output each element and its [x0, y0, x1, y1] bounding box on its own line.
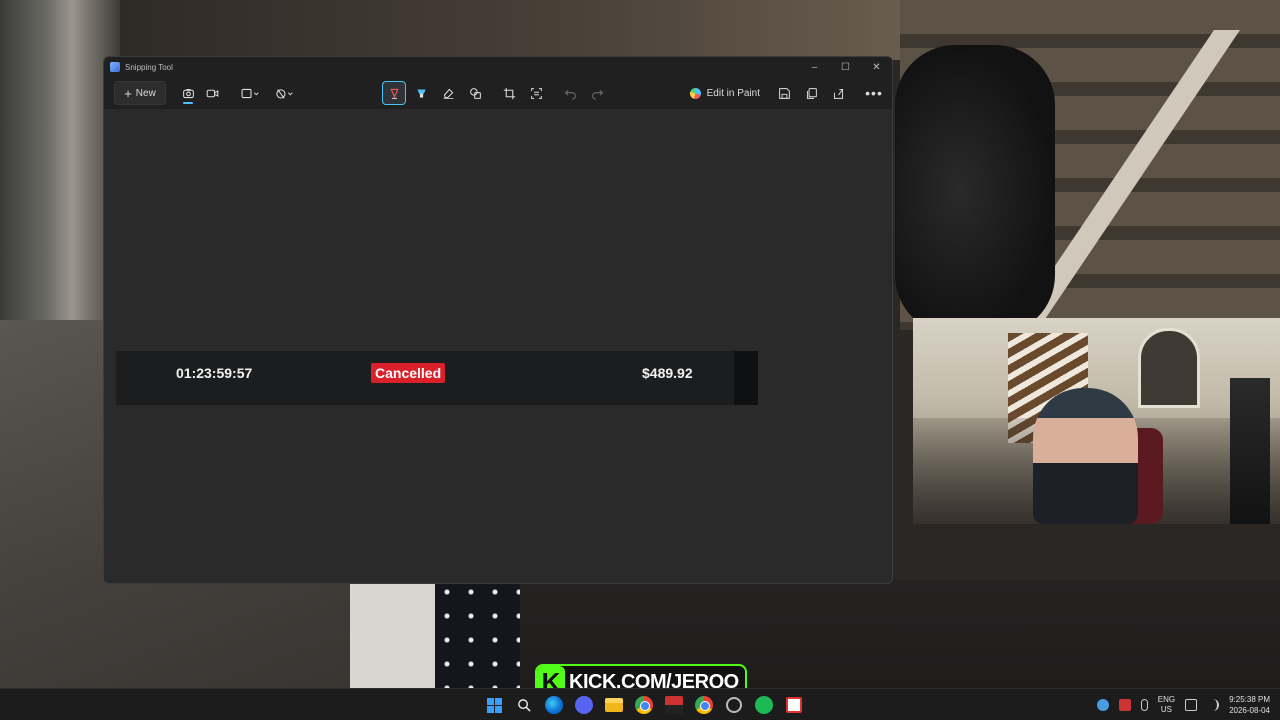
- window-controls: – ☐ ✕: [799, 57, 892, 77]
- new-snip-button[interactable]: + New: [114, 81, 166, 105]
- snip-amount: $489.92: [642, 365, 693, 381]
- edit-in-paint-button[interactable]: Edit in Paint: [684, 81, 766, 105]
- chrome-icon[interactable]: [692, 693, 716, 717]
- camera-icon[interactable]: [176, 81, 200, 105]
- timer-icon[interactable]: [268, 81, 302, 105]
- new-snip-label: New: [135, 87, 156, 99]
- snip-canvas: 01:23:59:57 Cancelled $489.92: [104, 109, 892, 583]
- snipping-tool-window: Snipping Tool – ☐ ✕ + New Edit in Paint …: [103, 56, 893, 584]
- taskbar-apps: [482, 693, 806, 717]
- taskbar: ENG US 9:25:38 PM 2026-08-04: [0, 688, 1280, 720]
- plus-icon: +: [124, 85, 132, 101]
- redo-icon[interactable]: [585, 81, 609, 105]
- app-icon[interactable]: [662, 693, 686, 717]
- webcam-streamer: [1033, 388, 1138, 524]
- clock-date: 2026-08-04: [1229, 706, 1270, 715]
- rectangle-mode-icon[interactable]: [234, 81, 268, 105]
- volume-icon[interactable]: [1207, 699, 1220, 711]
- video-icon[interactable]: [200, 81, 224, 105]
- webcam-overlay: [913, 318, 1280, 524]
- captured-snip: 01:23:59:57 Cancelled $489.92: [116, 351, 758, 405]
- microphone-icon[interactable]: [1140, 699, 1148, 711]
- webcam-equipment: [1230, 378, 1270, 524]
- edit-in-paint-label: Edit in Paint: [706, 87, 760, 99]
- system-tray: ENG US 9:25:38 PM 2026-08-04: [1096, 689, 1270, 720]
- snipping-tool-app-icon: [110, 62, 120, 72]
- chrome-icon[interactable]: [632, 693, 656, 717]
- share-icon[interactable]: [826, 81, 850, 105]
- background-headphones: [895, 45, 1055, 335]
- discord-icon[interactable]: [572, 693, 596, 717]
- eraser-icon[interactable]: [436, 81, 460, 105]
- windows-start-icon[interactable]: [482, 693, 506, 717]
- highlighter-icon[interactable]: [409, 81, 433, 105]
- background-wall: [0, 0, 120, 340]
- edge-icon[interactable]: [542, 693, 566, 717]
- toolbar: + New Edit in Paint •••: [104, 77, 892, 109]
- language-indicator[interactable]: ENG US: [1158, 695, 1175, 715]
- close-button[interactable]: ✕: [861, 57, 892, 77]
- snip-duration: 01:23:59:57: [176, 365, 253, 381]
- status-badge: Cancelled: [371, 363, 446, 383]
- clock-app-icon[interactable]: [722, 693, 746, 717]
- more-options-icon[interactable]: •••: [862, 81, 886, 105]
- spotify-icon[interactable]: [752, 693, 776, 717]
- title-bar[interactable]: Snipping Tool – ☐ ✕: [104, 57, 892, 77]
- network-icon[interactable]: [1185, 699, 1198, 711]
- tray-app-icon[interactable]: [1118, 699, 1131, 711]
- language-code: ENG: [1157, 695, 1176, 704]
- webcam-window: [1138, 328, 1200, 408]
- ballpoint-pen-icon[interactable]: [382, 81, 406, 105]
- region-code: US: [1160, 705, 1172, 714]
- copy-icon[interactable]: [799, 81, 823, 105]
- clock-time: 9:25:38 PM: [1229, 695, 1270, 704]
- paint-icon: [689, 87, 701, 99]
- crop-icon[interactable]: [497, 81, 521, 105]
- window-title: Snipping Tool: [125, 62, 173, 72]
- snipping-tool-icon[interactable]: [782, 693, 806, 717]
- snip-edge: [734, 351, 758, 405]
- maximize-button[interactable]: ☐: [830, 57, 861, 77]
- file-explorer-icon[interactable]: [602, 693, 626, 717]
- text-actions-icon[interactable]: [524, 81, 548, 105]
- search-icon[interactable]: [512, 693, 536, 717]
- undo-icon[interactable]: [558, 81, 582, 105]
- save-icon[interactable]: [772, 81, 796, 105]
- system-clock[interactable]: 9:25:38 PM 2026-08-04: [1229, 694, 1270, 716]
- shapes-icon[interactable]: [463, 81, 487, 105]
- onedrive-icon[interactable]: [1096, 699, 1109, 711]
- minimize-button[interactable]: –: [799, 57, 830, 77]
